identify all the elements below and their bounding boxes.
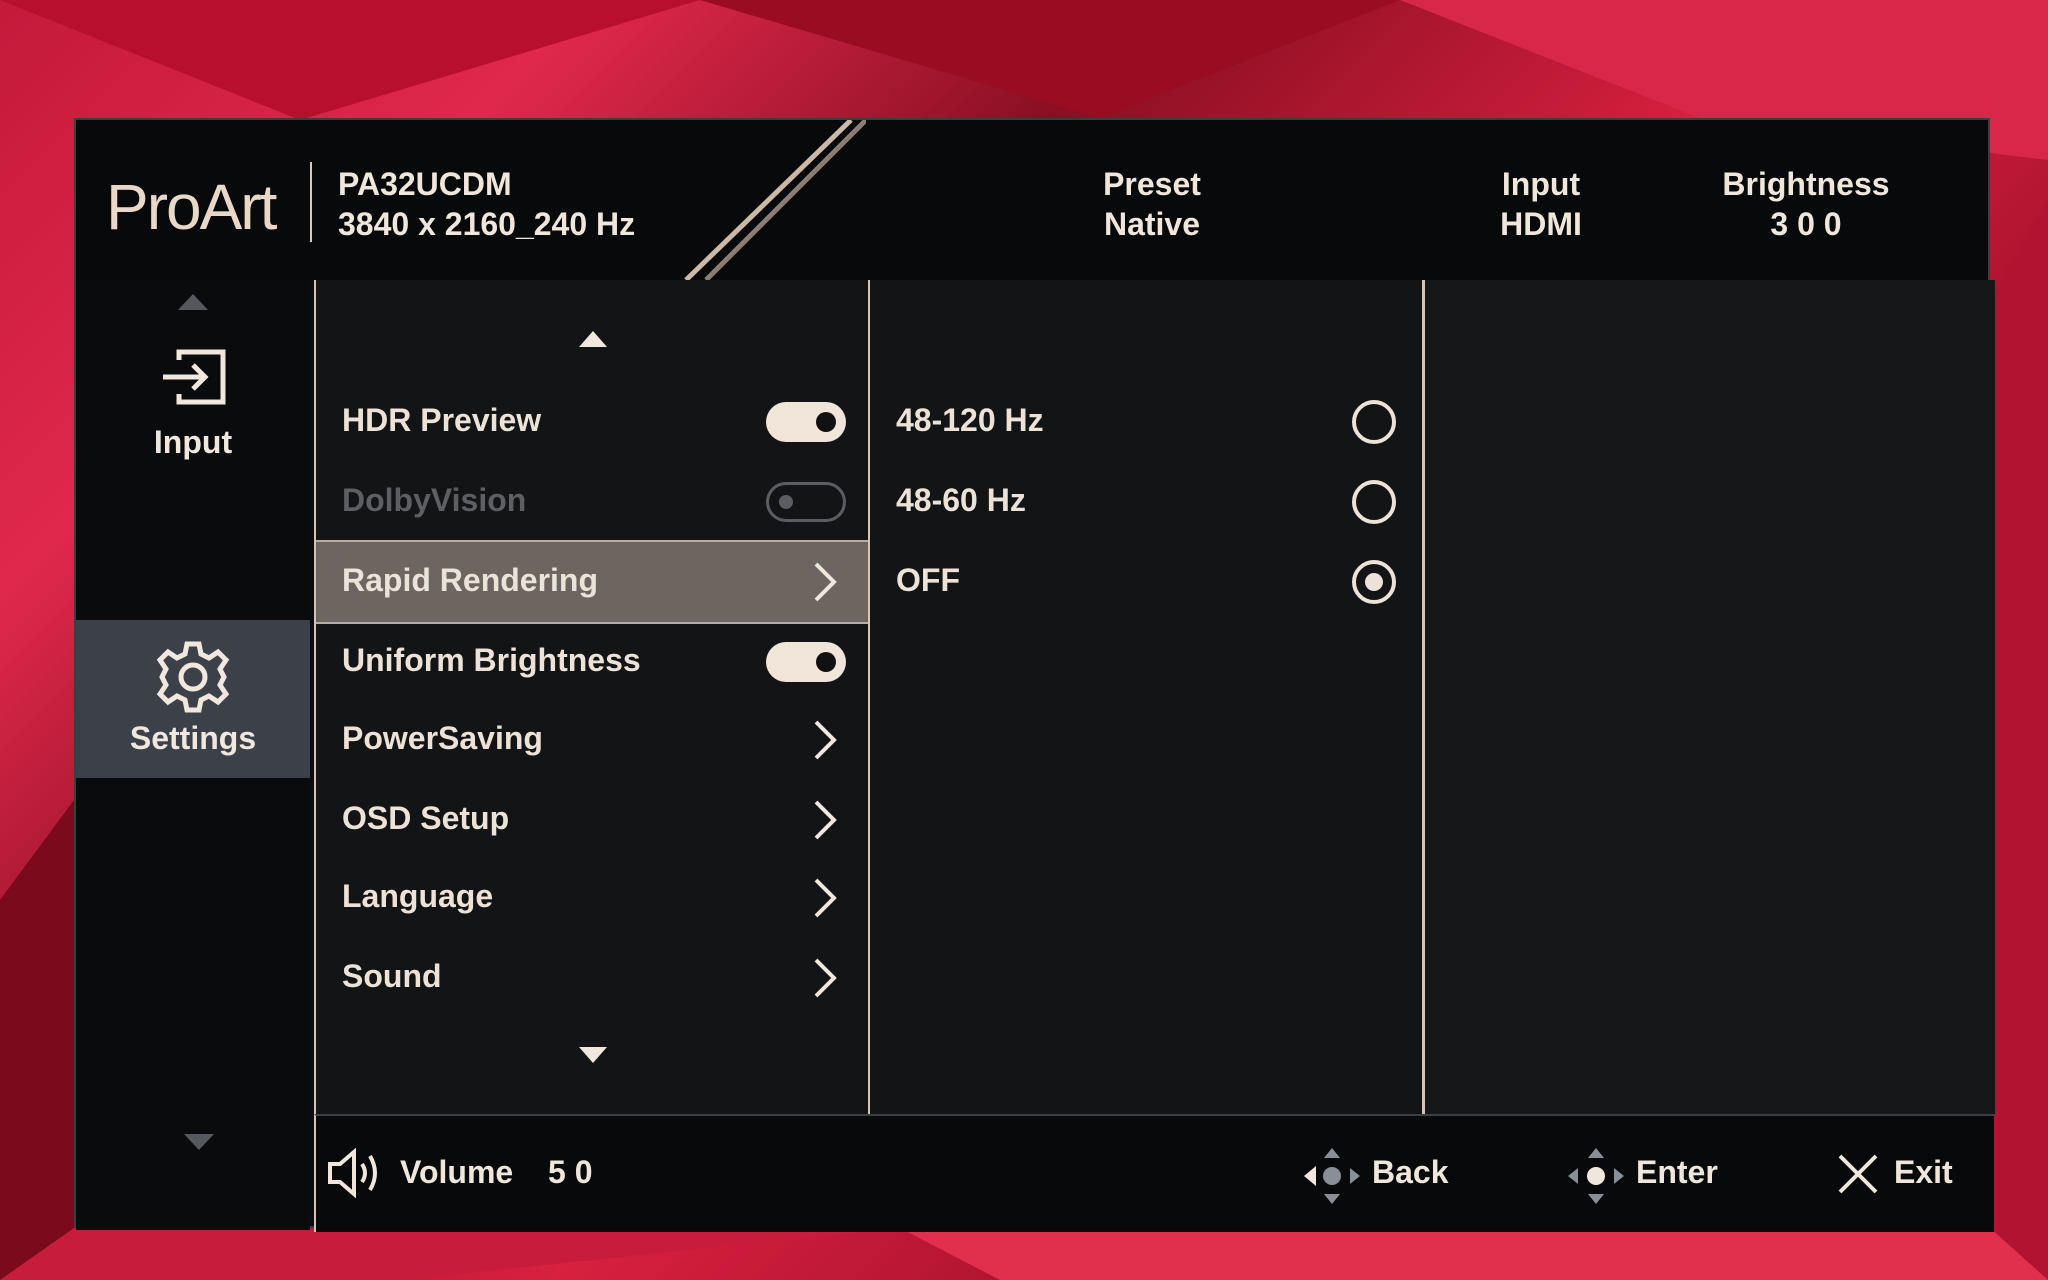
- enter-button[interactable]: Enter: [1566, 1140, 1746, 1208]
- option-48-60hz[interactable]: 48-60 Hz: [870, 462, 1424, 542]
- input-label: Input: [1501, 166, 1581, 202]
- option-label: 48-120 Hz: [896, 402, 1044, 438]
- setting-label: Sound: [342, 958, 442, 994]
- joystick-left-icon: [1304, 1148, 1360, 1204]
- nav-item-label: Settings: [129, 720, 257, 756]
- exit-label: Exit: [1894, 1154, 1953, 1190]
- chevron-right-icon: [814, 720, 837, 760]
- radio-icon[interactable]: [1352, 400, 1396, 444]
- volume-value: 5 0: [548, 1154, 593, 1190]
- setting-label: OSD Setup: [342, 800, 510, 836]
- settings-list: HDR Preview DolbyVision Rapid Rendering …: [314, 280, 870, 1114]
- exit-button[interactable]: Exit: [1836, 1140, 1976, 1208]
- option-label: OFF: [896, 562, 960, 598]
- chevron-right-icon: [814, 562, 837, 602]
- osd-header: ProArt PA32UCDM 3840 x 2160_240 Hz Prese…: [76, 120, 1988, 280]
- preset-value: Native: [1103, 206, 1201, 242]
- hdr-preview-toggle[interactable]: [766, 402, 846, 442]
- preset-label: Preset: [1103, 166, 1201, 202]
- logo-divider: [310, 162, 312, 242]
- setting-language[interactable]: Language: [316, 858, 870, 938]
- osd-window: ProArt PA32UCDM 3840 x 2160_240 Hz Prese…: [74, 118, 1995, 1232]
- setting-hdr-preview[interactable]: HDR Preview: [316, 382, 870, 462]
- setting-sound[interactable]: Sound: [316, 938, 870, 1018]
- nav-scroll-down-icon[interactable]: [182, 1132, 216, 1152]
- brightness-label: Brightness: [1722, 166, 1890, 202]
- setting-label: Uniform Brightness: [342, 642, 641, 678]
- gear-icon: [156, 641, 230, 713]
- speaker-icon: [328, 1147, 377, 1199]
- back-button[interactable]: Back: [1302, 1140, 1472, 1208]
- uniform-brightness-toggle[interactable]: [766, 642, 846, 682]
- option-off[interactable]: OFF: [870, 542, 1424, 622]
- volume-label: Volume: [400, 1154, 514, 1190]
- chevron-right-icon: [814, 800, 837, 840]
- header-slash-decoration: [684, 120, 866, 280]
- enter-label: Enter: [1636, 1154, 1718, 1190]
- input-value: HDMI: [1500, 206, 1582, 242]
- list-scroll-up-icon[interactable]: [578, 330, 608, 348]
- setting-label: Rapid Rendering: [342, 562, 599, 598]
- setting-powersaving[interactable]: PowerSaving: [316, 700, 870, 780]
- back-label: Back: [1372, 1154, 1449, 1190]
- model-info: PA32UCDM 3840 x 2160_240 Hz: [338, 164, 635, 244]
- input-status: Input HDMI: [1466, 164, 1616, 244]
- model-name: PA32UCDM: [338, 166, 512, 202]
- osd-footer: Volume 5 0 Back Enter Exit: [314, 1114, 1994, 1232]
- main-nav: Input Settings: [76, 280, 310, 1230]
- setting-label: DolbyVision: [342, 482, 527, 518]
- proart-logo: ProArt: [106, 171, 277, 243]
- nav-item-label: Input: [153, 424, 233, 460]
- dolbyvision-toggle: [766, 482, 846, 522]
- chevron-right-icon: [814, 878, 837, 918]
- chevron-right-icon: [814, 958, 837, 998]
- rapid-rendering-options: 48-120 Hz 48-60 Hz OFF: [868, 280, 1424, 1114]
- setting-label: Language: [342, 878, 494, 914]
- brightness-status: Brightness 3 0 0: [1696, 164, 1916, 244]
- nav-item-settings[interactable]: Settings: [76, 620, 310, 778]
- nav-scroll-up-icon[interactable]: [176, 292, 210, 312]
- setting-label: PowerSaving: [342, 720, 543, 756]
- setting-osd-setup[interactable]: OSD Setup: [316, 780, 870, 860]
- close-icon: [1838, 1154, 1878, 1194]
- setting-dolbyvision: DolbyVision: [316, 462, 870, 542]
- joystick-press-icon: [1568, 1148, 1624, 1204]
- list-scroll-down-icon[interactable]: [578, 1046, 608, 1064]
- option-label: 48-60 Hz: [896, 482, 1026, 518]
- radio-icon[interactable]: [1352, 480, 1396, 524]
- nav-item-input[interactable]: Input: [76, 332, 310, 490]
- resolution-text: 3840 x 2160_240 Hz: [338, 206, 636, 242]
- detail-panel: [1422, 280, 1995, 1114]
- radio-selected-icon[interactable]: [1352, 560, 1396, 604]
- brightness-value: 3 0 0: [1770, 206, 1842, 242]
- option-48-120hz[interactable]: 48-120 Hz: [870, 382, 1424, 462]
- input-icon: [163, 349, 226, 405]
- setting-label: HDR Preview: [342, 402, 542, 438]
- preset-status: Preset Native: [1052, 164, 1252, 244]
- setting-rapid-rendering[interactable]: Rapid Rendering: [316, 540, 870, 624]
- setting-uniform-brightness[interactable]: Uniform Brightness: [316, 622, 870, 702]
